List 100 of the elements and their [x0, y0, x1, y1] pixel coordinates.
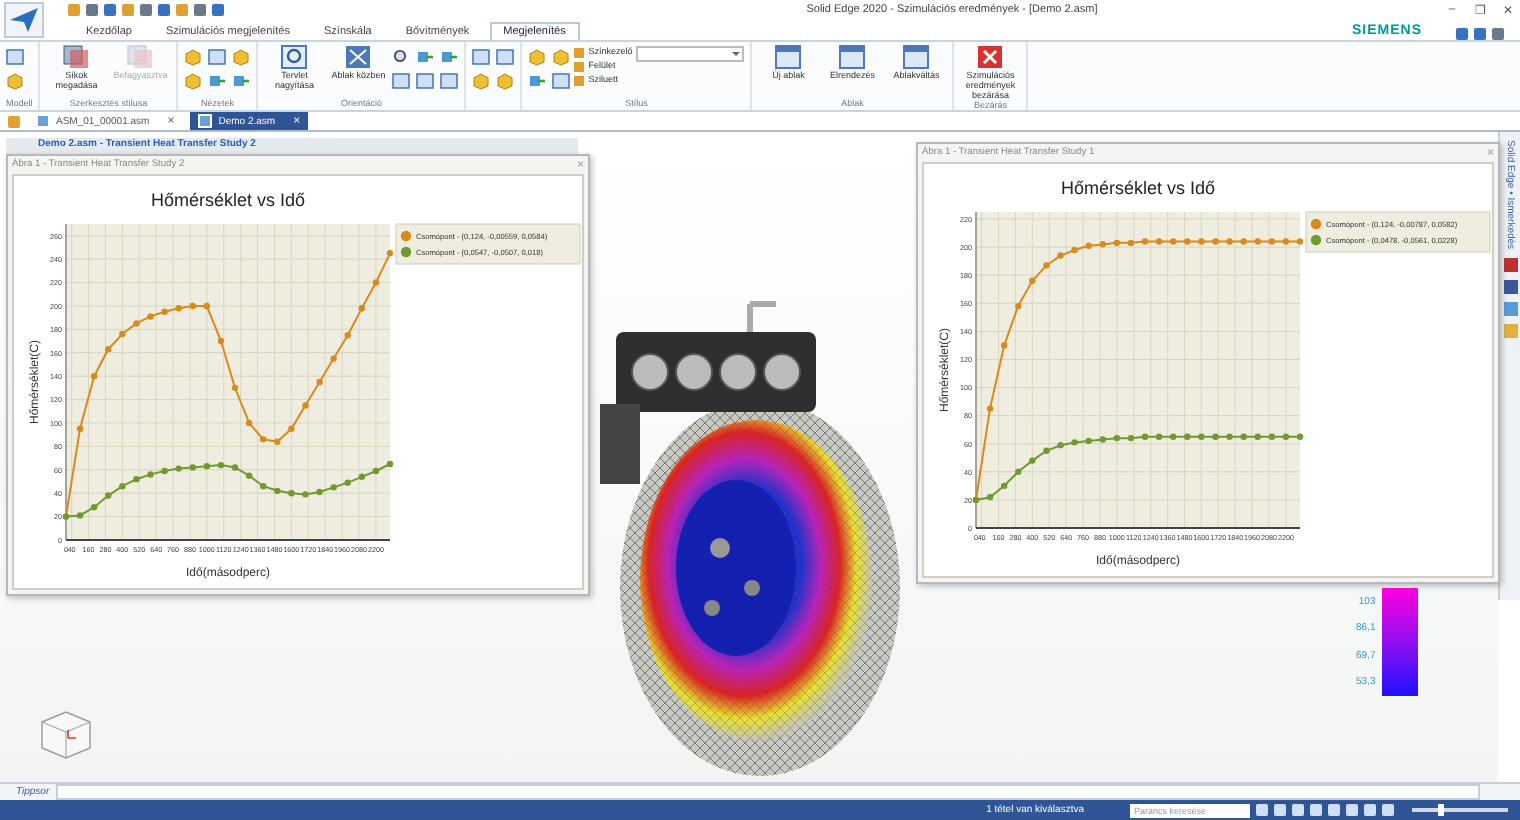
data-point	[274, 487, 281, 495]
data-point	[105, 346, 112, 353]
data-point	[1057, 252, 1064, 259]
window-icon	[838, 44, 867, 70]
data-point	[1113, 434, 1121, 442]
data-point	[316, 488, 323, 496]
data-point	[358, 473, 366, 480]
data-point	[1155, 433, 1163, 440]
data-point	[1029, 277, 1036, 284]
data-point	[1226, 238, 1233, 245]
data-point	[1170, 238, 1177, 245]
data-point	[175, 465, 182, 472]
data-point	[1000, 342, 1008, 349]
data-point	[1043, 262, 1050, 269]
data-point	[986, 405, 994, 412]
data-point	[1296, 238, 1304, 245]
status-bar-icon[interactable]	[1364, 804, 1376, 816]
data-point	[288, 425, 295, 432]
data-point	[1184, 433, 1191, 440]
data-point	[1000, 482, 1008, 490]
data-point	[76, 512, 84, 519]
planes-icon	[126, 44, 155, 70]
data-point	[1141, 433, 1149, 440]
data-point	[90, 372, 98, 380]
data-point	[372, 467, 380, 475]
data-point	[119, 330, 126, 338]
help-icon[interactable]	[1492, 28, 1504, 40]
data-point	[76, 425, 84, 432]
window-icon	[774, 44, 803, 70]
data-point	[1240, 238, 1247, 245]
data-point	[1282, 433, 1290, 440]
zoom-icon	[280, 44, 309, 70]
data-point	[231, 384, 239, 392]
data-point	[133, 320, 140, 327]
data-point	[274, 438, 281, 445]
data-point	[1141, 238, 1149, 245]
data-point	[1296, 433, 1304, 440]
data-point	[189, 464, 196, 471]
data-point	[1071, 246, 1078, 254]
data-point	[986, 493, 994, 501]
data-point	[1268, 433, 1276, 440]
data-point	[260, 482, 267, 490]
data-point	[1212, 238, 1219, 245]
status-bar-icon[interactable]	[1310, 804, 1322, 816]
status-bar-icon[interactable]	[1328, 804, 1340, 816]
data-point	[372, 279, 380, 286]
data-point	[105, 492, 112, 499]
data-point	[1127, 434, 1135, 442]
zoom-slider-thumb[interactable]	[1437, 804, 1444, 816]
data-point	[1099, 241, 1106, 248]
caret-icon	[732, 52, 741, 56]
data-point	[1085, 437, 1092, 445]
data-point	[1254, 433, 1261, 440]
status-bar-icon[interactable]	[1256, 804, 1268, 816]
data-point	[1198, 238, 1205, 245]
data-point	[302, 491, 309, 498]
planes-icon	[62, 44, 91, 70]
data-point	[344, 479, 351, 486]
data-point	[133, 475, 140, 483]
status-bar-icon[interactable]	[1346, 804, 1358, 816]
data-point	[161, 467, 168, 475]
data-point	[1198, 433, 1205, 440]
status-bar-icon[interactable]	[1382, 804, 1394, 816]
data-point	[1268, 238, 1276, 245]
data-point	[245, 472, 253, 479]
prompt-field[interactable]	[55, 784, 1480, 800]
data-point	[330, 484, 337, 491]
data-point	[119, 482, 126, 490]
data-point	[203, 302, 211, 310]
data-point	[1212, 433, 1219, 440]
data-point	[1071, 439, 1078, 446]
data-point	[1029, 457, 1036, 464]
data-point	[344, 332, 351, 339]
status-bar-icon[interactable]	[1292, 804, 1304, 816]
document-list-icon[interactable]	[8, 115, 20, 127]
data-point	[386, 460, 394, 468]
data-point	[1043, 447, 1050, 454]
dropdown-field[interactable]	[636, 46, 745, 62]
data-point	[189, 302, 196, 310]
data-point	[147, 471, 154, 478]
data-point	[245, 419, 253, 427]
data-point	[386, 250, 394, 257]
data-point	[1057, 441, 1064, 449]
data-point	[1085, 242, 1092, 249]
data-point	[302, 402, 309, 409]
application-button[interactable]	[4, 2, 44, 38]
data-point	[330, 355, 337, 362]
data-point	[1240, 433, 1247, 440]
color-scale-bar	[1381, 588, 1418, 696]
data-point	[1015, 302, 1022, 310]
data-point	[1155, 238, 1163, 245]
window-icon	[902, 44, 931, 70]
data-point	[217, 461, 225, 469]
data-point	[175, 305, 182, 312]
data-point	[260, 436, 267, 443]
data-point	[1170, 433, 1177, 440]
data-point	[1099, 436, 1106, 443]
status-bar-icon[interactable]	[1274, 804, 1286, 816]
data-point	[203, 463, 211, 470]
view-cube-icon[interactable]	[36, 706, 96, 762]
